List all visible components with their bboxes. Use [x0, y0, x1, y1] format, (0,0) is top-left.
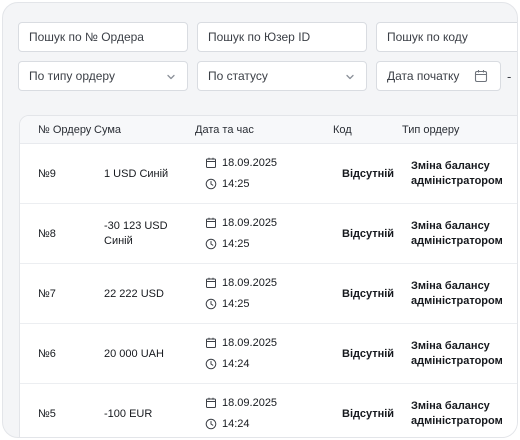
amount-line: Синій — [104, 235, 133, 247]
order-date: 18.09.2025 — [205, 277, 277, 289]
header-order-type[interactable]: Тип ордеру — [402, 124, 459, 136]
order-type: Зміна балансу адміністратором — [411, 204, 517, 264]
order-type-line: Зміна балансу — [411, 220, 490, 232]
order-type: Зміна балансу адміністратором — [411, 324, 517, 384]
order-date: 18.09.2025 — [205, 337, 277, 349]
code-search-field[interactable] — [376, 22, 517, 52]
date-text: 18.09.2025 — [222, 337, 278, 349]
order-time: 14:24 — [205, 358, 250, 370]
order-code: Відсутній — [342, 408, 395, 420]
order-number-search-field[interactable] — [18, 22, 188, 52]
order-type-line: Зміна балансу — [411, 400, 490, 412]
time-text: 14:25 — [222, 298, 250, 310]
order-number: №8 — [38, 228, 56, 240]
order-code: Відсутній — [342, 288, 395, 300]
order-type-select[interactable]: По типу ордеру — [18, 61, 188, 91]
chevron-down-icon — [346, 74, 354, 80]
user-id-search-input[interactable] — [208, 30, 366, 44]
clock-icon — [205, 238, 217, 250]
order-date: 18.09.2025 — [205, 157, 277, 169]
header-order-number[interactable]: № Ордеру — [38, 124, 91, 136]
time-text: 14:25 — [222, 178, 250, 190]
calendar-icon — [206, 157, 216, 168]
order-amount: 22 222 USD — [104, 264, 184, 324]
order-number: №7 — [38, 288, 56, 300]
order-type-line: Зміна балансу — [411, 160, 490, 172]
user-id-search-field[interactable] — [197, 22, 367, 52]
date-text: 18.09.2025 — [222, 397, 278, 409]
clock-icon — [205, 358, 217, 370]
table-row[interactable]: №7 22 222 USD 18.09.2025 14:25 Відсутній… — [20, 264, 517, 324]
date-text: 18.09.2025 — [222, 277, 278, 289]
order-type-line: адміністратором — [411, 175, 503, 187]
order-number: №9 — [38, 168, 56, 180]
clock-icon — [205, 418, 217, 430]
time-text: 14:24 — [222, 418, 250, 430]
order-amount: -100 EUR — [104, 384, 184, 437]
header-amount[interactable]: Сума — [94, 124, 121, 136]
header-code[interactable]: Код — [333, 124, 352, 136]
table-row[interactable]: №6 20 000 UAH 18.09.2025 14:24 Відсутній… — [20, 324, 517, 384]
date-text: 18.09.2025 — [222, 217, 278, 229]
order-code: Відсутній — [342, 168, 395, 180]
order-type-line: адміністратором — [411, 295, 503, 307]
order-type: Зміна балансу адміністратором — [411, 144, 517, 204]
order-code: Відсутній — [342, 228, 395, 240]
time-text: 14:24 — [222, 358, 250, 370]
order-time: 14:25 — [205, 298, 250, 310]
order-type: Зміна балансу адміністратором — [411, 264, 517, 324]
order-amount: -30 123 USD Синій — [104, 204, 184, 264]
order-type-line: адміністратором — [411, 235, 503, 247]
chevron-down-icon — [167, 74, 175, 80]
calendar-icon — [206, 397, 216, 408]
table-row[interactable]: №9 1 USD Синій 18.09.2025 14:25 Відсутні… — [20, 144, 517, 204]
header-datetime[interactable]: Дата та час — [195, 124, 254, 136]
order-time: 14:24 — [205, 418, 250, 430]
code-search-input[interactable] — [387, 30, 517, 44]
table-row[interactable]: №5 -100 EUR 18.09.2025 14:24 Відсутній З… — [20, 384, 517, 437]
order-date: 18.09.2025 — [205, 217, 277, 229]
order-type-select-value: По типу ордеру — [29, 69, 115, 83]
order-type-line: Зміна балансу — [411, 280, 490, 292]
start-date-picker[interactable]: Дата початку — [376, 61, 501, 91]
order-number: №5 — [38, 408, 56, 420]
amount-line: 20 000 UAH — [104, 347, 164, 360]
amount-line: 22 222 USD — [104, 287, 164, 300]
order-type-line: адміністратором — [411, 355, 503, 367]
order-code: Відсутній — [342, 348, 395, 360]
order-time: 14:25 — [205, 238, 250, 250]
clock-icon — [205, 178, 217, 190]
amount-line: 1 USD Синій — [104, 167, 169, 180]
calendar-icon — [206, 217, 216, 228]
amount-line: -30 123 USD — [104, 220, 168, 232]
orders-panel: По типу ордеру По статусу Дата початку -… — [2, 2, 518, 438]
status-select-value: По статусу — [208, 69, 268, 83]
amount-line: -100 EUR — [104, 407, 153, 420]
orders-table: № Ордеру Сума Дата та час Код Тип ордеру… — [19, 115, 517, 437]
date-range-separator: - — [507, 69, 512, 84]
calendar-icon — [206, 337, 216, 348]
order-amount: 1 USD Синій — [104, 144, 184, 204]
clock-icon — [205, 298, 217, 310]
order-type-line: адміністратором — [411, 415, 503, 427]
order-type-line: Зміна балансу — [411, 340, 490, 352]
order-time: 14:25 — [205, 178, 250, 190]
order-number-search-input[interactable] — [29, 30, 187, 44]
order-type: Зміна балансу адміністратором — [411, 384, 517, 437]
table-header: № Ордеру Сума Дата та час Код Тип ордеру — [20, 116, 517, 144]
order-amount: 20 000 UAH — [104, 324, 184, 384]
start-date-label: Дата початку — [387, 69, 460, 83]
order-date: 18.09.2025 — [205, 397, 277, 409]
status-select[interactable]: По статусу — [197, 61, 367, 91]
date-text: 18.09.2025 — [222, 157, 278, 169]
time-text: 14:25 — [222, 238, 250, 250]
calendar-icon — [206, 277, 216, 288]
calendar-icon — [474, 70, 488, 83]
order-number: №6 — [38, 348, 56, 360]
table-row[interactable]: №8 -30 123 USD Синій 18.09.2025 14:25 Ві… — [20, 204, 517, 264]
